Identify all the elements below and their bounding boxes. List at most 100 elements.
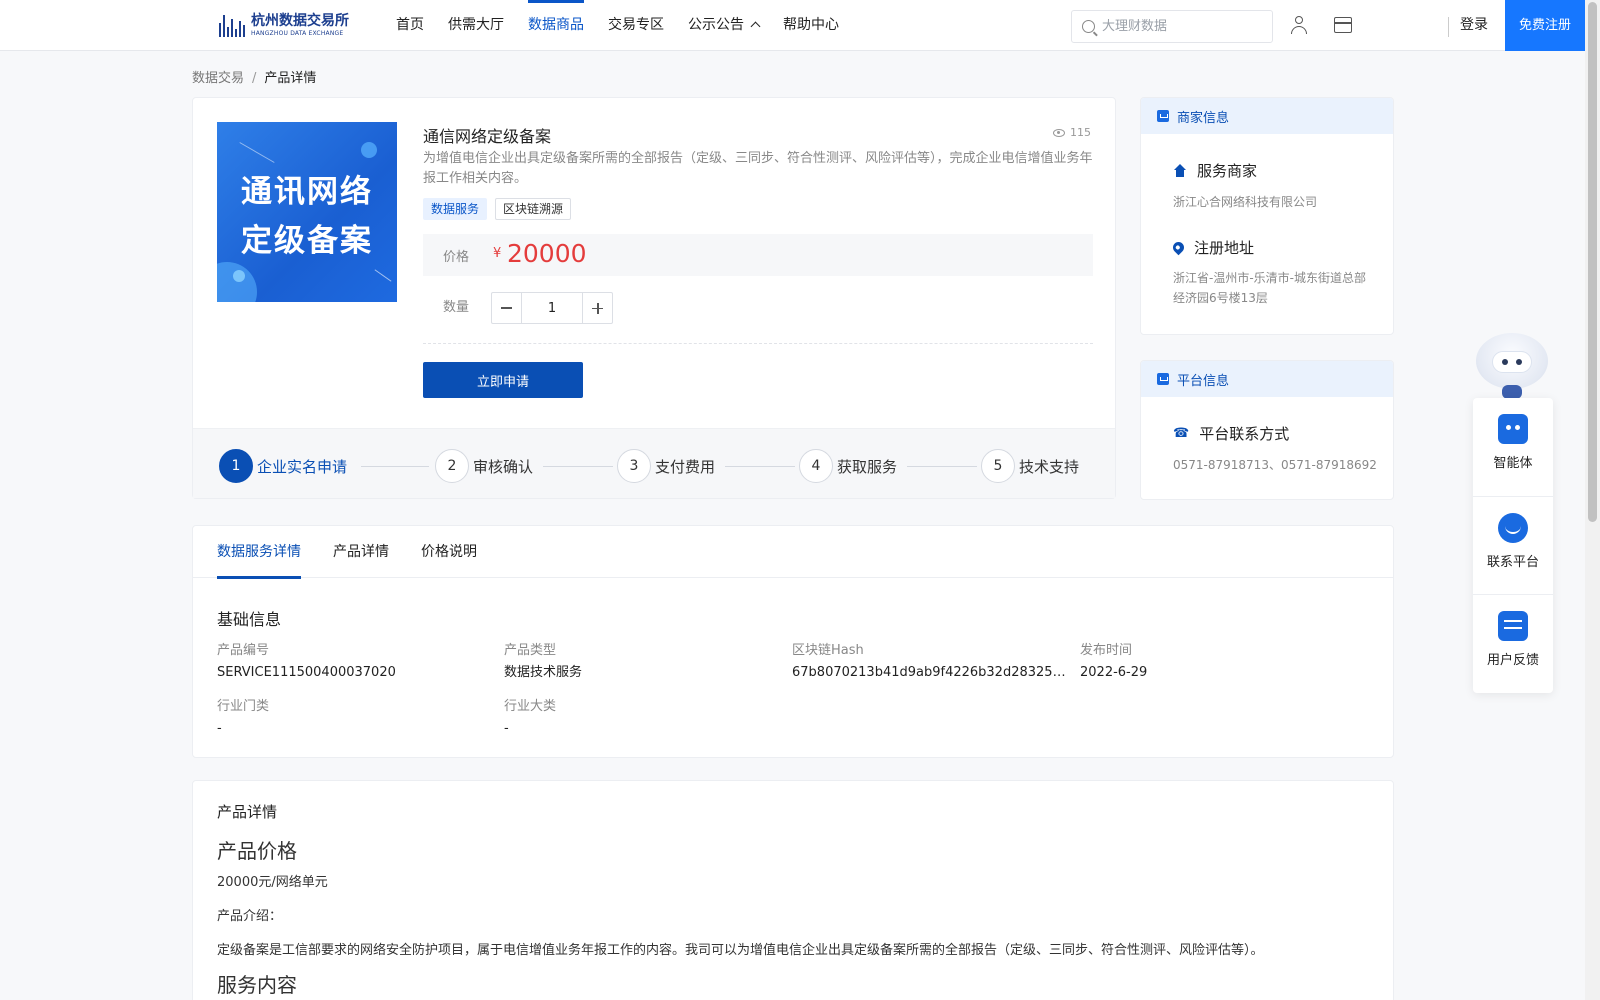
step-label: 审核确认	[473, 457, 534, 476]
field-industry-category: 行业门类 -	[217, 698, 487, 738]
registered-address-row: 注册地址	[1170, 237, 1255, 258]
nav-help-center[interactable]: 帮助中心	[771, 0, 851, 50]
logo-title: 杭州数据交易所	[251, 12, 349, 29]
field-label: 行业门类	[217, 699, 270, 714]
float-ai-agent[interactable]: 智能体	[1473, 398, 1553, 496]
step-label: 技术支持	[1019, 457, 1080, 476]
product-card: 通讯网络 定级备案 通信网络定级备案 115 为增值电信企业出具定级备案所需的全…	[192, 97, 1116, 499]
field-label: 行业大类	[504, 699, 557, 714]
price-value: 20000	[507, 239, 587, 268]
home-icon	[1173, 164, 1187, 177]
registered-address-value: 浙江省-温州市-乐清市-城东街道总部经济园6号楼13层	[1173, 271, 1366, 305]
platform-contact-row: ☎ 平台联系方式	[1173, 423, 1289, 444]
increment-button[interactable]	[582, 293, 612, 323]
product-detail-section: 产品详情 产品价格 20000元/网络单元 产品介绍： 定级备案是工信部要求的网…	[192, 780, 1394, 1000]
cover-text-line2: 定级备案	[241, 223, 373, 259]
price-text: 20000元/网络单元	[217, 875, 328, 890]
search-icon	[1082, 20, 1095, 33]
price-heading: 产品价格	[217, 839, 297, 863]
service-merchant-title: 服务商家	[1197, 162, 1258, 180]
nav-supply-demand[interactable]: 供需大厅	[436, 0, 516, 50]
divider	[423, 343, 1093, 344]
float-user-feedback[interactable]: 用户反馈	[1473, 594, 1553, 692]
service-merchant-row: 服务商家	[1173, 160, 1257, 181]
platform-contact-title: 平台联系方式	[1199, 425, 1290, 443]
step-number: 2	[435, 449, 469, 483]
tab-data-service-details[interactable]: 数据服务详情	[217, 526, 301, 579]
logo-mark-icon	[219, 13, 245, 37]
breadcrumb: 数据交易 / 产品详情	[192, 67, 316, 86]
view-count-value: 115	[1070, 126, 1091, 139]
breadcrumb-current: 产品详情	[264, 71, 317, 86]
step-4: 4 获取服务	[799, 449, 897, 483]
main-nav: 首页 供需大厅 数据商品 交易专区 公示公告 帮助中心	[384, 0, 851, 50]
step-number: 3	[617, 449, 651, 483]
step-connector	[907, 466, 977, 467]
logo[interactable]: 杭州数据交易所 HANGZHOU DATA EXCHANGE	[219, 11, 369, 39]
search-input[interactable]	[1102, 19, 1262, 34]
platform-info-title: 平台信息	[1177, 373, 1230, 389]
breadcrumb-separator: /	[252, 71, 257, 86]
quantity-input[interactable]	[522, 293, 582, 323]
tab-product-details[interactable]: 产品详情	[333, 526, 389, 578]
step-connector	[361, 466, 429, 467]
field-value: SERVICE111500400037020	[217, 665, 396, 680]
page-scrollbar[interactable]	[1585, 0, 1600, 1000]
details-card: 数据服务详情 产品详情 价格说明 基础信息 产品编号 SERVICE111500…	[192, 525, 1394, 758]
field-value: -	[504, 721, 509, 736]
field-blockchain-hash: 区块链Hash 67b8070213b41d9ab9f4226b32d28325…	[792, 642, 1072, 682]
search-box[interactable]	[1071, 10, 1273, 43]
feedback-icon	[1498, 611, 1528, 641]
location-pin-icon	[1170, 239, 1187, 256]
tag-data-service: 数据服务	[423, 198, 488, 220]
price-label: 价格	[443, 250, 470, 265]
registered-address-title: 注册地址	[1194, 239, 1255, 257]
currency-symbol: ¥	[493, 246, 502, 261]
merchant-info-card: 商家信息 服务商家 浙江心合网络科技有限公司 注册地址 浙江省-温州市-乐清市-…	[1140, 97, 1394, 335]
step-number: 1	[219, 449, 253, 483]
tag-blockchain: 区块链溯源	[495, 198, 572, 220]
product-description: 为增值电信企业出具定级备案所需的全部报告（定级、三同步、符合性测评、风险评估等）…	[423, 151, 1093, 186]
robot-icon	[1498, 414, 1528, 444]
float-label: 联系平台	[1486, 555, 1539, 570]
step-5: 5 技术支持	[981, 449, 1079, 483]
cover-text-line1: 通讯网络	[241, 174, 373, 210]
nav-home[interactable]: 首页	[384, 0, 436, 50]
quantity-stepper	[491, 292, 613, 324]
platform-info-card: 平台信息 ☎ 平台联系方式 0571-87918713、0571-8791869…	[1140, 360, 1394, 500]
process-steps: 1 企业实名申请 2 审核确认 3 支付费用 4 获取服务 5 技术支持	[193, 428, 1115, 498]
breadcrumb-parent[interactable]: 数据交易	[192, 71, 244, 86]
step-label: 支付费用	[655, 457, 716, 476]
quantity-label: 数量	[443, 300, 470, 315]
tab-price-notes[interactable]: 价格说明	[421, 526, 477, 578]
decrement-button[interactable]	[492, 293, 522, 323]
nav-announcements-label: 公示公告	[688, 17, 744, 33]
login-link[interactable]: 登录	[1460, 0, 1488, 50]
phone-icon: ☎	[1173, 426, 1190, 441]
header-divider	[1448, 17, 1449, 37]
service-merchant-value: 浙江心合网络科技有限公司	[1173, 195, 1318, 209]
nav-trading-zone[interactable]: 交易专区	[596, 0, 676, 50]
register-button[interactable]: 免费注册	[1505, 0, 1585, 51]
apply-now-button[interactable]: 立即申请	[423, 362, 583, 398]
product-title: 通信网络定级备案	[423, 127, 552, 146]
step-label: 企业实名申请	[257, 457, 348, 476]
nav-data-products[interactable]: 数据商品	[516, 0, 596, 50]
nav-announcements[interactable]: 公示公告	[676, 0, 771, 50]
headset-icon	[1498, 513, 1528, 543]
float-label: 智能体	[1493, 456, 1533, 471]
top-header: 杭州数据交易所 HANGZHOU DATA EXCHANGE 首页 供需大厅 数…	[0, 0, 1600, 51]
step-number: 5	[981, 449, 1015, 483]
float-contact-platform[interactable]: 联系平台	[1473, 496, 1553, 594]
intro-label: 产品介绍：	[217, 909, 283, 924]
scrollbar-thumb[interactable]	[1588, 2, 1597, 522]
step-connector	[725, 466, 795, 467]
field-value: -	[217, 721, 222, 736]
user-icon[interactable]	[1290, 16, 1308, 34]
field-product-id: 产品编号 SERVICE111500400037020	[217, 642, 487, 682]
shop-icon	[1157, 110, 1169, 122]
monitor-icon	[1157, 373, 1169, 385]
store-icon[interactable]	[1334, 17, 1352, 33]
float-label: 用户反馈	[1486, 653, 1539, 668]
robot-mascot-icon[interactable]	[1474, 327, 1550, 399]
